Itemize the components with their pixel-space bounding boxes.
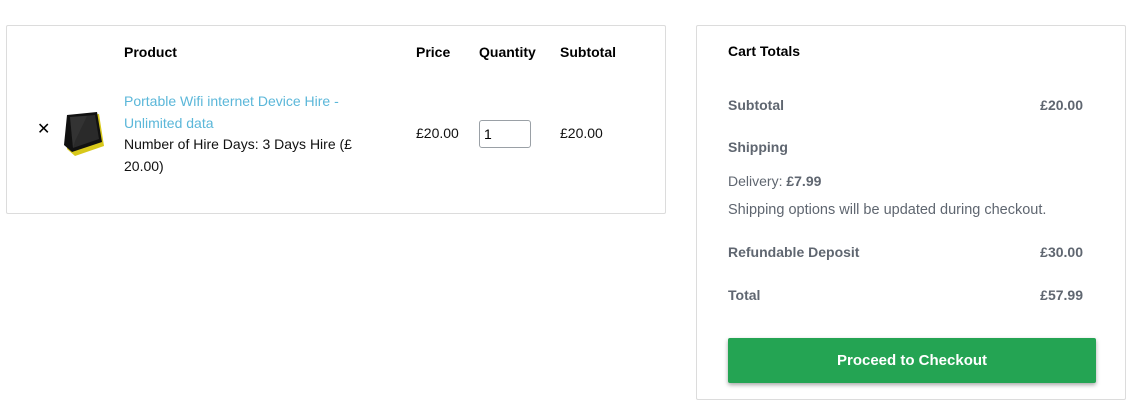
header-quantity: Quantity <box>479 44 536 60</box>
totals-total-label: Total <box>728 287 761 303</box>
wifi-device-icon[interactable] <box>57 111 107 159</box>
item-subtotal: £20.00 <box>560 125 603 141</box>
totals-subtotal-label: Subtotal <box>728 97 784 113</box>
cart-totals-title: Cart Totals <box>728 43 801 59</box>
header-subtotal: Subtotal <box>560 44 616 60</box>
totals-shipping-row: Shipping <box>728 139 1083 155</box>
remove-item-icon[interactable]: ✕ <box>37 122 50 138</box>
cart-totals-panel: Cart Totals Subtotal £20.00 Shipping Del… <box>696 25 1126 400</box>
delivery-value: £7.99 <box>786 173 822 189</box>
proceed-to-checkout-button[interactable]: Proceed to Checkout <box>728 338 1096 383</box>
delivery-row: Delivery: £7.99 <box>728 173 1083 189</box>
item-price: £20.00 <box>416 125 459 141</box>
totals-total-value: £57.99 <box>1040 287 1083 303</box>
totals-subtotal-value: £20.00 <box>1040 97 1083 113</box>
product-meta: Number of Hire Days: 3 Days Hire (£ 20.0… <box>124 136 352 174</box>
product-link[interactable]: Portable Wifi internet Device Hire - Unl… <box>124 91 374 134</box>
cart-table: Product Price Quantity Subtotal ✕ Portab… <box>6 25 666 214</box>
quantity-input[interactable] <box>479 120 531 148</box>
totals-shipping-label: Shipping <box>728 139 788 155</box>
totals-deposit-row: Refundable Deposit £30.00 <box>728 244 1083 260</box>
header-price: Price <box>416 44 451 60</box>
totals-deposit-value: £30.00 <box>1040 244 1083 260</box>
delivery-label: Delivery: <box>728 173 787 189</box>
header-product: Product <box>124 44 177 60</box>
totals-subtotal-row: Subtotal £20.00 <box>728 97 1083 113</box>
totals-total-row: Total £57.99 <box>728 287 1083 303</box>
product-info: Portable Wifi internet Device Hire - Unl… <box>124 91 374 177</box>
shipping-note: Shipping options will be updated during … <box>728 202 1047 218</box>
totals-deposit-label: Refundable Deposit <box>728 244 860 260</box>
